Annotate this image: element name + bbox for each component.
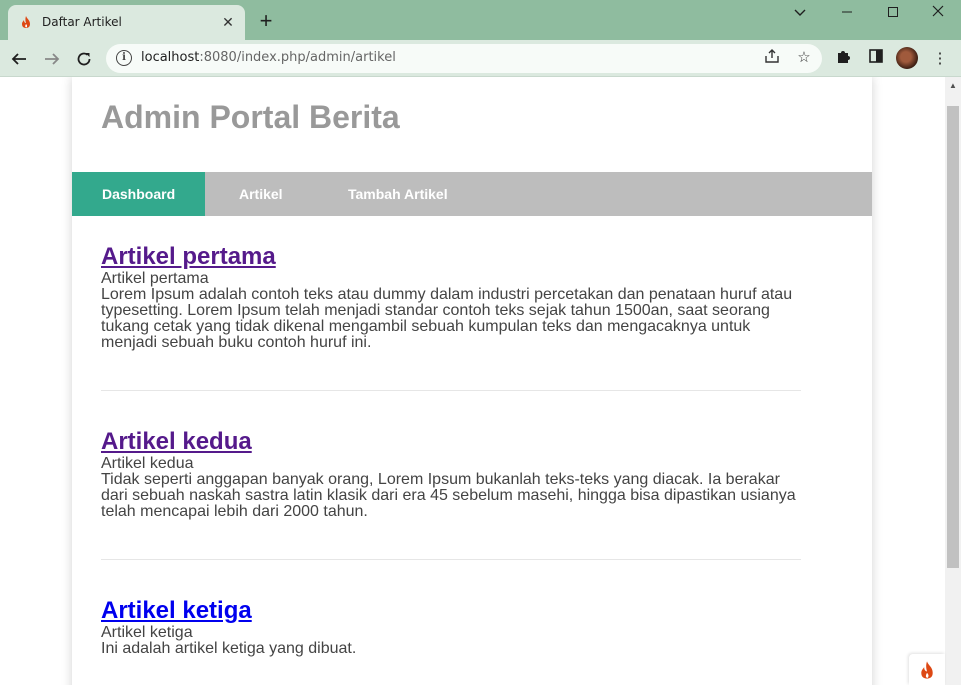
browser-tab[interactable]: Daftar Artikel ✕ xyxy=(8,5,245,40)
article-item: Artikel pertama Artikel pertama Lorem Ip… xyxy=(101,243,801,351)
page-container: Admin Portal Berita Dashboard Artikel Ta… xyxy=(72,77,872,685)
broken-image-alt: Artikel kedua xyxy=(101,456,801,472)
browser-toolbar: i localhost:8080/index.php/admin/artikel… xyxy=(0,40,961,77)
article-body: Tidak seperti anggapan banyak orang, Lor… xyxy=(101,471,796,520)
site-title: Admin Portal Berita xyxy=(101,99,400,135)
codeigniter-flame-icon xyxy=(22,16,30,28)
forward-arrow-icon[interactable] xyxy=(39,46,65,72)
article-divider xyxy=(101,390,801,391)
close-window-icon[interactable] xyxy=(915,2,961,24)
more-menu-icon[interactable]: ⋮ xyxy=(929,48,951,70)
site-info-icon[interactable]: i xyxy=(116,50,132,66)
image-alt-text: Artikel pertama xyxy=(101,270,209,287)
extensions-puzzle-icon[interactable] xyxy=(833,48,855,70)
scroll-thumb[interactable] xyxy=(947,106,959,568)
url-text[interactable]: localhost:8080/index.php/admin/artikel xyxy=(141,50,396,65)
share-icon[interactable] xyxy=(762,48,782,68)
broken-image-alt: Artikel ketiga xyxy=(101,625,801,641)
image-alt-text: Artikel kedua xyxy=(101,455,194,472)
nav-item-dashboard[interactable]: Dashboard xyxy=(72,172,205,216)
tab-search-chevron-icon[interactable] xyxy=(777,2,823,24)
page-viewport: Admin Portal Berita Dashboard Artikel Ta… xyxy=(0,77,945,685)
broken-image-alt: Artikel pertama xyxy=(101,271,801,287)
url-host: localhost xyxy=(141,50,200,65)
main-nav: Dashboard Artikel Tambah Artikel xyxy=(72,172,872,216)
minimize-icon[interactable] xyxy=(824,2,870,24)
url-path: :8080/index.php/admin/artikel xyxy=(199,50,396,65)
reload-icon[interactable] xyxy=(71,46,97,72)
back-arrow-icon[interactable] xyxy=(6,46,32,72)
article-title-link[interactable]: Artikel pertama xyxy=(101,243,276,270)
codeigniter-flame-icon xyxy=(921,661,933,679)
maximize-icon[interactable] xyxy=(870,2,916,24)
tab-title: Daftar Artikel xyxy=(42,15,122,29)
image-alt-text: Artikel ketiga xyxy=(101,624,193,641)
article-item: Artikel kedua Artikel kedua Tidak sepert… xyxy=(101,428,801,520)
article-item: Artikel ketiga Artikel ketiga Ini adalah… xyxy=(101,597,801,657)
article-divider xyxy=(101,559,801,560)
nav-item-tambah-artikel[interactable]: Tambah Artikel xyxy=(348,172,488,216)
side-panel-icon[interactable] xyxy=(865,48,887,70)
bookmark-star-icon[interactable]: ☆ xyxy=(794,48,814,68)
new-tab-plus-icon[interactable]: + xyxy=(254,9,278,33)
scroll-up-arrow-icon[interactable]: ▲ xyxy=(945,77,961,94)
article-title-link[interactable]: Artikel kedua xyxy=(101,428,252,455)
article-body: Ini adalah artikel ketiga yang dibuat. xyxy=(101,640,357,657)
address-bar[interactable]: i localhost:8080/index.php/admin/artikel… xyxy=(106,44,822,73)
tab-close-icon[interactable]: ✕ xyxy=(219,13,237,31)
article-title-link[interactable]: Artikel ketiga xyxy=(101,597,252,624)
article-body: Lorem Ipsum adalah contoh teks atau dumm… xyxy=(101,286,793,351)
debug-toolbar-button[interactable] xyxy=(909,654,945,685)
nav-item-artikel[interactable]: Artikel xyxy=(239,172,319,216)
profile-avatar[interactable] xyxy=(896,47,918,69)
page-scrollbar[interactable]: ▲ xyxy=(945,77,961,685)
browser-titlebar: Daftar Artikel ✕ + xyxy=(0,0,961,40)
